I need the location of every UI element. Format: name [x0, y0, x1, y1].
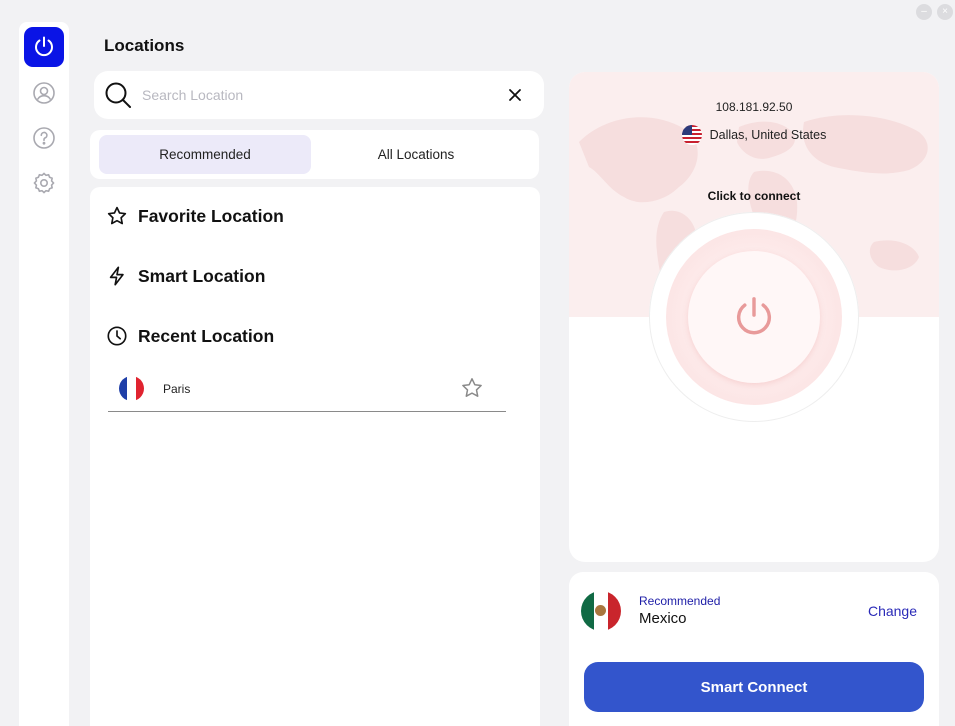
connect-hint: Click to connect — [707, 189, 801, 203]
sidebar-item-connect[interactable] — [24, 27, 64, 67]
locations-list: Favorite Location Smart Location Recent … — [90, 187, 540, 726]
clear-icon[interactable] — [508, 88, 522, 102]
search-input[interactable] — [142, 83, 492, 107]
mexico-flag-icon — [581, 591, 621, 631]
recommended-label: Recommended — [639, 594, 721, 608]
favorite-location-section[interactable]: Favorite Location — [106, 205, 284, 227]
ip-address: 108.181.92.50 — [715, 100, 793, 114]
recent-location-section[interactable]: Recent Location — [106, 325, 274, 347]
user-icon — [33, 82, 55, 104]
lightning-icon — [109, 266, 124, 286]
window-controls: – × — [916, 4, 953, 20]
recommended-panel: Recommended Mexico Change Smart Connect — [569, 572, 939, 726]
sidebar — [19, 22, 69, 726]
page-title: Locations — [104, 36, 185, 55]
close-icon[interactable]: × — [937, 4, 953, 20]
list-item[interactable]: Paris — [108, 369, 506, 412]
smart-location-label: Smart Location — [138, 265, 266, 286]
sidebar-item-help[interactable] — [24, 118, 64, 158]
power-button-outer — [649, 212, 859, 422]
star-icon — [107, 206, 127, 225]
current-location: Dallas, United States — [569, 125, 939, 145]
power-icon — [737, 297, 771, 335]
power-button-ring — [666, 229, 842, 405]
tab-all-locations[interactable]: All Locations — [310, 135, 522, 174]
favorite-location-label: Favorite Location — [138, 205, 284, 226]
search-icon[interactable] — [103, 80, 133, 110]
recent-location-label: Recent Location — [138, 325, 275, 346]
smart-location-section[interactable]: Smart Location — [106, 265, 265, 287]
tab-recommended[interactable]: Recommended — [99, 135, 311, 174]
france-flag-icon — [119, 376, 144, 401]
location-name: Paris — [163, 382, 191, 396]
smart-connect-button[interactable]: Smart Connect — [584, 662, 924, 712]
favorite-star-icon[interactable] — [460, 376, 484, 400]
clock-icon — [107, 326, 127, 346]
search-bar — [94, 71, 544, 119]
connect-power-button[interactable] — [688, 251, 820, 383]
connection-panel: 108.181.92.50 Dallas, United States Clic… — [569, 72, 939, 562]
sidebar-item-settings[interactable] — [24, 163, 64, 203]
power-icon — [35, 36, 53, 57]
us-flag-icon — [681, 125, 702, 145]
minimize-icon[interactable]: – — [916, 4, 932, 20]
change-location-link[interactable]: Change — [868, 603, 917, 619]
current-location-label: Dallas, United States — [709, 128, 827, 142]
help-icon — [33, 127, 55, 149]
location-tabs: Recommended All Locations — [90, 130, 539, 179]
recommended-country: Mexico — [639, 610, 687, 627]
gear-icon — [33, 172, 55, 194]
sidebar-item-account[interactable] — [24, 73, 64, 113]
